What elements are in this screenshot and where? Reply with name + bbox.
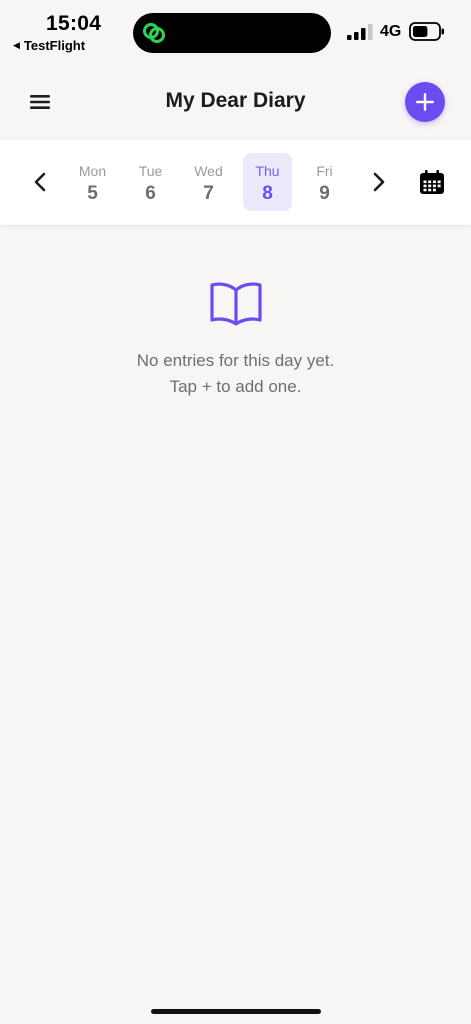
day-mon[interactable]: Mon 5 xyxy=(68,153,117,211)
back-app-label: TestFlight xyxy=(23,38,86,53)
chevron-right-icon xyxy=(373,172,385,192)
status-time: 15:04 xyxy=(46,12,102,35)
open-book-icon xyxy=(209,282,262,326)
next-week-button[interactable] xyxy=(364,167,394,197)
empty-message: No entries for this day yet. xyxy=(136,351,335,370)
home-indicator xyxy=(151,1009,321,1014)
network-type: 4G xyxy=(380,23,402,40)
previous-week-button[interactable] xyxy=(25,167,55,197)
link-icon xyxy=(143,23,165,43)
day-tue[interactable]: Tue 6 xyxy=(126,153,175,211)
empty-hint: Tap + to add one. xyxy=(169,377,302,396)
day-of-week: Tue xyxy=(138,163,163,179)
day-number: 7 xyxy=(203,183,214,204)
signal-icon xyxy=(347,24,373,40)
day-number: 8 xyxy=(262,183,273,204)
back-to-app-link[interactable]: ◀ TestFlight xyxy=(13,38,85,53)
day-number: 9 xyxy=(319,183,330,204)
day-number: 6 xyxy=(145,183,156,204)
status-bar: 15:04 ◀ TestFlight 4G xyxy=(0,0,471,62)
day-fri[interactable]: Fri 9 xyxy=(300,153,349,211)
empty-state: No entries for this day yet. Tap + to ad… xyxy=(0,280,471,400)
calendar-icon xyxy=(420,170,444,194)
diary-screen: 15:04 ◀ TestFlight 4G My Dear Diary Mon … xyxy=(0,0,471,1024)
day-of-week: Fri xyxy=(316,163,333,179)
battery-icon xyxy=(409,22,444,41)
add-entry-button[interactable] xyxy=(405,82,445,122)
day-number: 5 xyxy=(87,183,98,204)
day-wed[interactable]: Wed 7 xyxy=(184,153,233,211)
day-of-week: Mon xyxy=(78,163,107,179)
week-strip: Mon 5 Tue 6 Wed 7 Thu 8 Fri 9 xyxy=(0,140,471,225)
day-of-week: Wed xyxy=(194,163,223,179)
calendar-button[interactable] xyxy=(418,168,446,196)
page-title: My Dear Diary xyxy=(165,89,306,112)
app-header: My Dear Diary xyxy=(0,62,471,140)
day-thu-selected[interactable]: Thu 8 xyxy=(243,153,292,211)
plus-icon xyxy=(416,93,434,111)
dynamic-island xyxy=(133,13,331,53)
chevron-left-icon xyxy=(34,172,46,192)
left-triangle-icon: ◀ xyxy=(13,40,20,50)
day-of-week: Thu xyxy=(255,163,280,179)
